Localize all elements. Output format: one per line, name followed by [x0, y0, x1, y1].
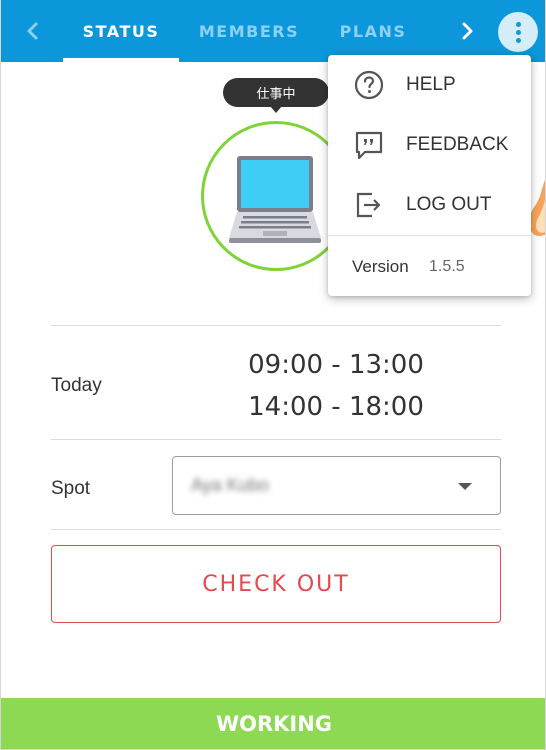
flame-icon — [529, 179, 545, 236]
tab-members[interactable]: MEMBERS — [187, 0, 311, 62]
active-tab-indicator — [63, 58, 179, 62]
chevron-right-icon — [462, 22, 473, 40]
menu-divider — [328, 235, 531, 236]
divider — [51, 529, 501, 530]
laptop-icon — [229, 156, 321, 243]
nav-prev-button[interactable] — [15, 14, 49, 48]
menu-item-label: LOG OUT — [406, 194, 492, 215]
version-number: 1.5.5 — [429, 258, 465, 275]
spot-label: Spot — [51, 478, 91, 499]
spot-select[interactable]: Aya Kubo — [172, 456, 501, 515]
more-options-button[interactable] — [498, 12, 538, 52]
working-status-label: WORKING — [215, 712, 333, 736]
menu-item-feedback[interactable]: FEEDBACK — [328, 115, 531, 175]
working-status-bar: WORKING — [1, 698, 545, 749]
chevron-left-icon — [27, 22, 38, 40]
divider — [51, 439, 501, 440]
menu-item-log-out[interactable]: LOG OUT — [328, 175, 531, 235]
status-badge-text: 仕事中 — [256, 87, 296, 102]
today-label: Today — [51, 375, 102, 396]
kebab-dot-icon — [515, 29, 521, 35]
time-slot: 09:00 - 13:00 — [248, 350, 424, 380]
divider — [51, 325, 501, 326]
tab-status[interactable]: STATUS — [63, 0, 179, 62]
kebab-dot-icon — [515, 21, 521, 27]
logout-icon — [356, 192, 381, 218]
options-menu: HELP FEEDBACK LOG OUT Version 1.5.5 — [328, 55, 531, 296]
check-out-button[interactable]: CHECK OUT — [51, 545, 501, 623]
check-out-label: CHECK OUT — [202, 571, 350, 597]
menu-item-label: FEEDBACK — [406, 134, 509, 155]
app-window: STATUS MEMBERS PLANS 仕事中 Today 09:00 - 1… — [0, 0, 546, 750]
time-slot: 14:00 - 18:00 — [248, 392, 424, 422]
top-navigation-bar: STATUS MEMBERS PLANS — [1, 0, 545, 62]
tab-plans[interactable]: PLANS — [321, 0, 425, 62]
status-badge: 仕事中 — [223, 78, 329, 113]
menu-item-help[interactable]: HELP — [328, 55, 531, 115]
menu-item-label: HELP — [406, 74, 456, 95]
version-label: Version — [352, 257, 409, 276]
nav-next-button[interactable] — [451, 14, 485, 48]
help-icon — [354, 70, 384, 100]
caret-down-icon — [458, 483, 472, 490]
spot-select-value: Aya Kubo — [191, 475, 269, 495]
feedback-icon — [355, 131, 383, 160]
kebab-dot-icon — [515, 37, 521, 43]
